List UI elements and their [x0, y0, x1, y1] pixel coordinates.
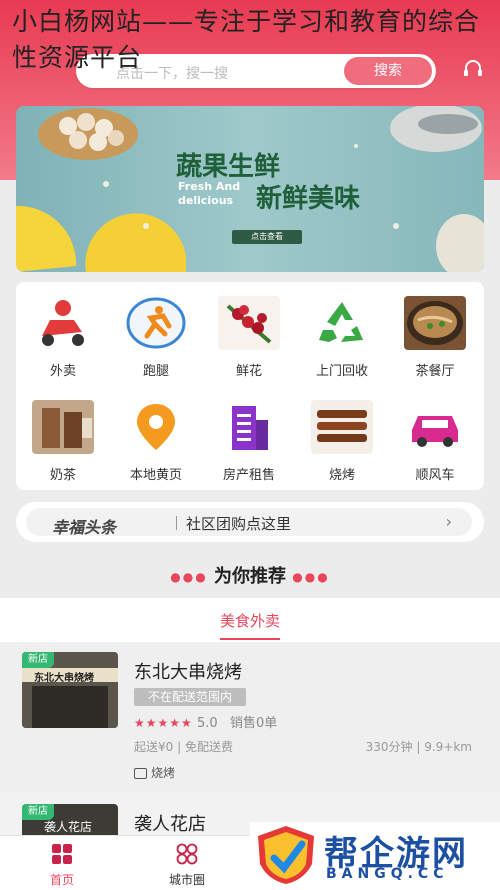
nav-city-circle[interactable]: 城市圈	[137, 842, 237, 888]
shop-eta: 330分钟 | 9.9+km	[365, 740, 472, 754]
nav-label: 首页	[49, 873, 74, 887]
category-label: 本地黄页	[129, 468, 182, 483]
running-man-icon	[126, 297, 186, 349]
shield-logo-icon	[258, 826, 314, 884]
category-label: 房产租售	[222, 468, 275, 483]
nav-home[interactable]: 首页	[12, 842, 112, 888]
shop-name: 东北大串烧烤	[134, 662, 242, 683]
category-carpool[interactable]: 顺风车	[390, 400, 480, 483]
category-label: 外卖	[49, 364, 76, 379]
category-label: 鲜花	[235, 364, 262, 379]
banner-cta-button[interactable]: 点击查看	[232, 230, 302, 244]
shop-category: 烧烤	[134, 764, 175, 781]
overlay-caption: 小白杨网站——专注于学习和教育的综合性资源平台	[12, 7, 481, 72]
category-yellow-pages[interactable]: 本地黄页	[111, 400, 201, 483]
rating-value: 5.0	[196, 716, 218, 731]
category-delivery[interactable]: 外卖	[18, 296, 108, 379]
shop-rating: ★★★★★ 5.0 销售0单	[134, 712, 277, 731]
milk-tea-icon	[32, 400, 94, 454]
delivery-status-tag: 不在配送范围内	[134, 688, 247, 706]
watermark: 帮企游网 BANGQ.CC	[250, 822, 500, 889]
section-heading: ●●● 为你推荐 ●●●	[0, 562, 500, 588]
shop-photo: 袭人花店 新店	[22, 804, 118, 835]
building-icon	[232, 406, 268, 450]
dots-decoration: ●●●	[170, 570, 208, 584]
category-tea-restaurant[interactable]: 茶餐厅	[390, 296, 480, 379]
watermark-subtext: BANGQ.CC	[326, 866, 449, 882]
star-rating-icon: ★★★★★	[134, 716, 193, 730]
chevron-right-icon: ›	[445, 512, 452, 531]
tab-food-delivery[interactable]: 美食外卖	[0, 610, 500, 631]
section-title: 为你推荐	[214, 566, 286, 587]
category-flowers[interactable]: 鲜花	[204, 296, 294, 379]
category-tabs: 美食外卖	[0, 598, 500, 642]
shop-card[interactable]: 东北大串烧烤 新店 东北大串烧烤 不在配送范围内 ★★★★★ 5.0 销售0单 …	[0, 642, 500, 792]
category-milk-tea[interactable]: 奶茶	[18, 400, 108, 483]
store-sign: 东北大串烧烤	[34, 673, 94, 684]
store-icon	[134, 768, 147, 779]
shop-category-label: 烧烤	[151, 766, 176, 780]
category-recycle[interactable]: 上门回收	[297, 296, 387, 379]
location-pin-icon	[137, 404, 175, 450]
headline-inner: 幸福头条 社区团购点这里 ›	[26, 508, 472, 537]
skewers-icon	[311, 400, 373, 454]
promo-banner[interactable]: 蔬果生鲜 Fresh And delicious 新鲜美味 点击查看	[16, 106, 484, 272]
category-label: 烧烤	[328, 468, 355, 483]
store-sign: 袭人花店	[44, 820, 93, 834]
new-badge: 新店	[22, 804, 54, 820]
shop-name: 袭人花店	[134, 814, 206, 835]
category-errand[interactable]: 跑腿	[111, 296, 201, 379]
category-label: 奶茶	[49, 468, 76, 483]
dots-decoration: ●●●	[292, 570, 330, 584]
banner-title-2: 新鲜美味	[256, 184, 361, 214]
category-label: 茶餐厅	[415, 364, 455, 379]
flowers-icon	[218, 296, 280, 350]
city-circle-icon	[176, 843, 198, 865]
shop-fees: 起送¥0 | 免配送费	[134, 740, 233, 754]
nav-label: 城市圈	[168, 873, 205, 887]
category-bbq[interactable]: 烧烤	[297, 400, 387, 483]
new-badge: 新店	[22, 652, 54, 668]
category-label: 跑腿	[142, 364, 169, 379]
headline-bar[interactable]: 幸福头条 社区团购点这里 ›	[16, 502, 484, 542]
category-label: 顺风车	[415, 468, 455, 483]
category-label: 上门回收	[315, 364, 368, 379]
headline-logo: 幸福头条	[52, 518, 117, 537]
divider	[176, 516, 177, 530]
delivery-scooter-icon	[32, 296, 94, 350]
shop-photo: 东北大串烧烤 新店	[22, 652, 118, 728]
sales-count: 销售0单	[230, 716, 278, 731]
tab-indicator	[220, 638, 280, 640]
category-real-estate[interactable]: 房产租售	[204, 400, 294, 483]
noodle-bowl-icon	[404, 296, 466, 350]
recycle-icon	[319, 302, 363, 342]
home-grid-icon	[52, 844, 72, 864]
headline-text[interactable]: 社区团购点这里	[186, 513, 291, 534]
category-grid: 外卖 跑腿 鲜花 上门回收 茶餐厅 奶茶 本地黄页 房产租售 烧烤 顺风车	[16, 282, 484, 490]
banner-subtitle: Fresh And delicious	[178, 180, 241, 207]
car-icon	[412, 416, 458, 447]
